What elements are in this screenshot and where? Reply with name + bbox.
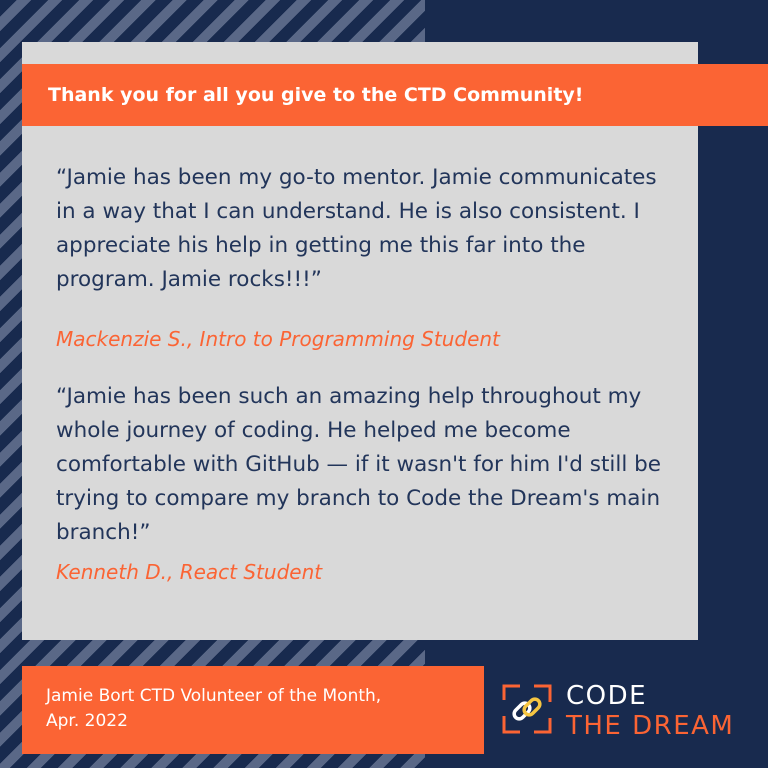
testimonial-author-1: Mackenzie S., Intro to Programming Stude… [56, 327, 500, 351]
banner-text: Thank you for all you give to the CTD Co… [48, 84, 584, 106]
chain-link-icon [502, 684, 552, 734]
logo-word-the-dream: THE DREAM [566, 711, 735, 741]
thank-you-banner: Thank you for all you give to the CTD Co… [22, 64, 768, 126]
logo-word-code: CODE [566, 681, 648, 711]
volunteer-caption: Jamie Bort CTD Volunteer of the Month, A… [46, 684, 381, 734]
testimonial-quote-2: “Jamie has been such an amazing help thr… [56, 384, 662, 545]
volunteer-caption-line-1: Jamie Bort CTD Volunteer of the Month, [46, 686, 382, 706]
volunteer-caption-line-2: Apr. 2022 [46, 711, 128, 731]
volunteer-of-month-box: Jamie Bort CTD Volunteer of the Month, A… [22, 666, 484, 754]
testimonial-quote-1: “Jamie has been my go-to mentor. Jamie c… [56, 165, 657, 292]
code-the-dream-logo: CODE THE DREAM [500, 682, 760, 742]
testimonial-author-2: Kenneth D., React Student [56, 560, 323, 584]
graphic-canvas: Thank you for all you give to the CTD Co… [0, 0, 768, 768]
